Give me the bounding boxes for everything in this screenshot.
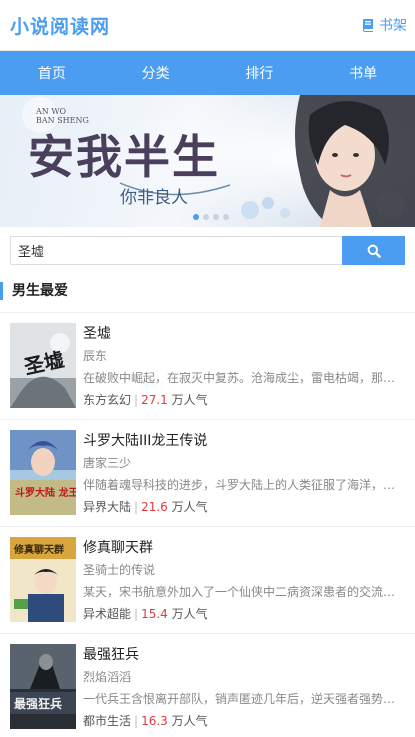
banner-dot[interactable] [223,214,229,220]
book-category: 异术超能 [83,607,132,621]
cover-text: 修真聊天群 [13,543,64,556]
banner-small-text-1: AN WO [35,107,67,116]
book-category: 都市生活 [83,714,132,728]
book-info: 斗罗大陆III龙王传说 唐家三少 伴随着魂导科技的进步，斗罗大陆上的人类征服了海… [76,430,415,526]
book-title[interactable]: 修真聊天群 [83,537,415,559]
book-cover[interactable]: 修真聊天群 [10,537,76,622]
book-category: 东方玄幻 [83,393,132,407]
nav-home[interactable]: 首页 [0,51,104,95]
book-popularity: 21.6 [141,500,168,514]
book-item[interactable]: 圣墟 圣墟 辰东 在破败中崛起，在寂灭中复苏。沧海成尘，雷电枯竭，那一缕幽雾又一… [0,313,415,420]
popularity-unit: 万人气 [171,607,208,621]
meta-separator: | [134,714,139,728]
search-bar [0,236,415,265]
meta-separator: | [134,607,139,621]
banner-dot[interactable] [193,214,199,220]
book-author: 圣骑士的传说 [83,563,156,577]
meta-separator: | [134,500,139,514]
book-description: 某天，宋书航意外加入了一个仙侠中二病资深患者的交流群，里面的群友们都以道友相称。 [83,585,415,599]
book-title[interactable]: 最强狂兵 [83,644,415,666]
book-cover[interactable]: 最强狂兵 [10,644,76,729]
cover-text: 最强狂兵 [14,696,62,711]
top-header: 小说阅读网 书架 [0,0,415,51]
banner-dot[interactable] [203,214,209,220]
book-meta: 都市生活 | 16.3 万人气 [83,710,415,732]
book-description: 一代兵王含恨离开部队，销声匿迹几年后，逆天强者强势回归。 [83,692,415,706]
book-info: 最强狂兵 烈焰滔滔 一代兵王含恨离开部队，销声匿迹几年后，逆天强者强势回归。 都… [76,644,415,737]
banner-art: AN WO BAN SHENG 安我半生 你非良人 [0,95,415,227]
book-item[interactable]: 斗罗大陆 龙王传说 斗罗大陆III龙王传说 唐家三少 伴随着魂导科技的进步，斗罗… [0,420,415,527]
popularity-unit: 万人气 [171,714,208,728]
book-popularity: 15.4 [141,607,168,621]
book-item[interactable]: 最强狂兵 最强狂兵 烈焰滔滔 一代兵王含恨离开部队，销声匿迹几年后，逆天强者强势… [0,634,415,737]
book-title[interactable]: 圣墟 [83,323,415,345]
popularity-unit: 万人气 [171,393,208,407]
banner-small-text-2: BAN SHENG [36,116,89,125]
banner-dots [193,214,229,220]
book-description: 在破败中崛起，在寂灭中复苏。沧海成尘，雷电枯竭，那一缕幽雾又一次临近大地，世间的… [83,371,415,385]
main-nav: 首页 分类 排行 书单 [0,51,415,95]
book-author: 辰东 [83,349,108,363]
book-info: 圣墟 辰东 在破败中崛起，在寂灭中复苏。沧海成尘，雷电枯竭，那一缕幽雾又一次临近… [76,323,415,419]
banner-title-sub: 你非良人 [120,188,188,208]
book-meta: 异界大陆 | 21.6 万人气 [83,496,415,518]
nav-category[interactable]: 分类 [104,51,208,95]
site-logo[interactable]: 小说阅读网 [10,12,110,39]
book-icon [363,19,373,32]
bookshelf-label: 书架 [379,18,407,34]
search-button[interactable] [342,236,405,265]
book-author: 烈焰滔滔 [83,670,132,684]
book-info: 修真聊天群 圣骑士的传说 某天，宋书航意外加入了一个仙侠中二病资深患者的交流群，… [76,537,415,633]
book-title[interactable]: 斗罗大陆III龙王传说 [83,430,415,452]
section-title: 男生最爱 [0,282,415,300]
meta-separator: | [134,393,139,407]
search-input[interactable] [10,236,342,265]
banner-dot[interactable] [213,214,219,220]
nav-ranking[interactable]: 排行 [208,51,312,95]
book-meta: 异术超能 | 15.4 万人气 [83,603,415,625]
banner-title-main: 安我半生 [28,130,220,184]
book-cover[interactable]: 圣墟 [10,323,76,408]
popularity-unit: 万人气 [171,500,208,514]
book-popularity: 16.3 [141,714,168,728]
nav-booklist[interactable]: 书单 [311,51,415,95]
book-category: 异界大陆 [83,500,132,514]
book-cover[interactable]: 斗罗大陆 龙王传说 [10,430,76,515]
cover-text: 斗罗大陆 龙王传说 [15,486,76,499]
promo-banner[interactable]: AN WO BAN SHENG 安我半生 你非良人 [0,95,415,227]
book-meta: 东方玄幻 | 27.1 万人气 [83,389,415,411]
book-description: 伴随着魂导科技的进步，斗罗大陆上的人类征服了海洋，又发现了两片大陆。 [83,478,415,492]
bookshelf-link[interactable]: 书架 [362,15,407,35]
book-author: 唐家三少 [83,456,132,470]
book-item[interactable]: 修真聊天群 修真聊天群 圣骑士的传说 某天，宋书航意外加入了一个仙侠中二病资深患… [0,527,415,634]
book-popularity: 27.1 [141,393,168,407]
search-icon [367,244,381,258]
